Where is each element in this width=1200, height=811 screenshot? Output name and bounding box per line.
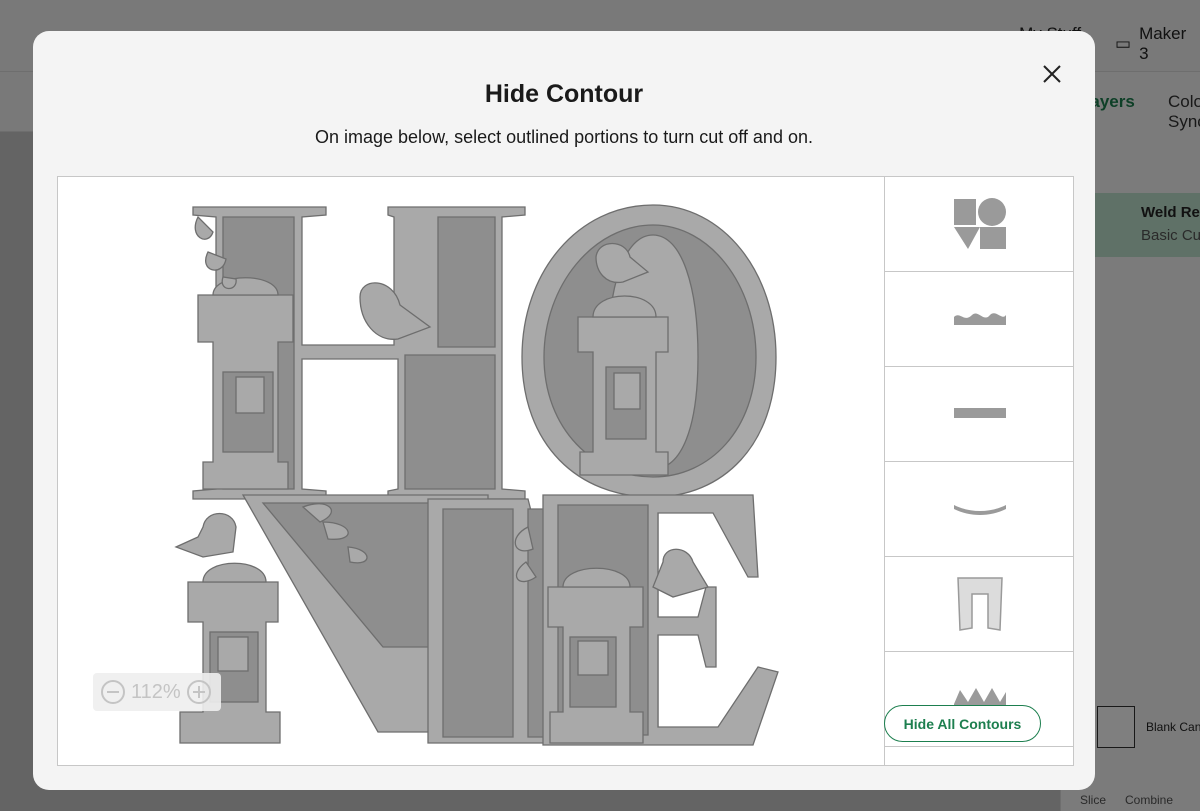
bar-icon xyxy=(953,408,1006,418)
zoom-level: 112% xyxy=(131,680,181,703)
door-frame-icon xyxy=(956,577,1003,631)
wave-band-icon xyxy=(953,313,1006,325)
modal-title: Hide Contour xyxy=(484,80,644,108)
hide-contour-modal: Hide Contour On image below, select outl… xyxy=(33,31,1095,790)
home-thumbnail-icon xyxy=(953,198,1006,249)
thumb-home-design[interactable] xyxy=(885,177,1073,272)
hide-all-contours-button[interactable]: Hide All Contours xyxy=(884,705,1041,742)
zoom-control: 112% xyxy=(93,673,221,711)
thumb-door-frame[interactable] xyxy=(885,557,1073,652)
contour-workarea: 112% xyxy=(57,176,1074,766)
close-icon[interactable] xyxy=(1039,61,1065,87)
modal-subtitle: On image below, select outlined portions… xyxy=(315,127,813,147)
zoom-out-icon[interactable] xyxy=(101,680,125,704)
thumb-curve[interactable] xyxy=(885,462,1073,557)
contour-thumbnail-list[interactable] xyxy=(884,177,1073,765)
thumb-bar[interactable] xyxy=(885,367,1073,462)
thumb-wave-band[interactable] xyxy=(885,272,1073,367)
curve-icon xyxy=(953,505,1006,515)
zoom-in-icon[interactable] xyxy=(186,680,211,704)
